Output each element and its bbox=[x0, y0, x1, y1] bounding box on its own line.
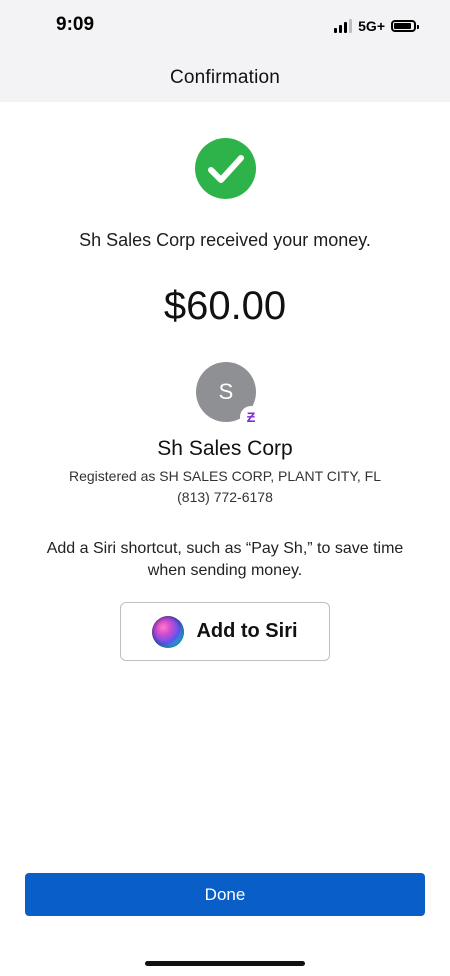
page-title: Confirmation bbox=[169, 67, 281, 88]
signal-icon bbox=[334, 19, 353, 33]
status-time: 9:09 bbox=[56, 14, 95, 35]
done-button[interactable]: Done bbox=[25, 873, 425, 916]
cash-app-badge-symbol: Ƶ bbox=[246, 409, 256, 425]
payment-amount: $60.00 bbox=[163, 284, 287, 328]
done-label: Done bbox=[204, 884, 246, 904]
add-to-siri-button[interactable]: Add to Siri bbox=[120, 602, 330, 661]
home-indicator[interactable] bbox=[145, 961, 305, 966]
battery-icon bbox=[391, 20, 419, 32]
merchant-phone: (813) 772-6178 bbox=[177, 489, 273, 505]
avatar-initial: S bbox=[218, 379, 234, 404]
navigation-bar: Confirmation bbox=[0, 54, 450, 102]
network-label: 5G+ bbox=[358, 18, 385, 34]
merchant-registration: Registered as SH SALES CORP, PLANT CITY,… bbox=[68, 468, 382, 484]
siri-shortcut-prompt: Add a Siri shortcut, such as “Pay Sh,” t… bbox=[46, 540, 404, 579]
cash-app-badge-icon: Ƶ bbox=[240, 406, 262, 428]
merchant-name: Sh Sales Corp bbox=[157, 437, 293, 460]
confirmation-message: Sh Sales Corp received your money. bbox=[79, 230, 371, 250]
add-to-siri-label: Add to Siri bbox=[196, 620, 298, 642]
status-indicators: 5G+ bbox=[334, 16, 419, 36]
siri-icon bbox=[152, 615, 185, 648]
checkmark-icon bbox=[195, 138, 256, 199]
status-bar: 9:09 5G+ bbox=[0, 0, 450, 54]
